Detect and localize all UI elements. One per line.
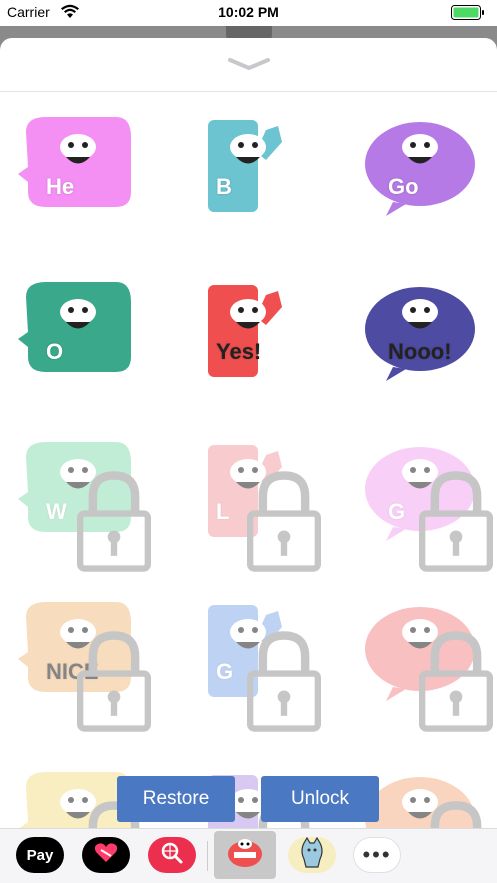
sticker-grid: HeBGoOYes!Nooo!WLGNICEGY xyxy=(0,92,497,883)
sticker-art xyxy=(208,120,282,212)
battery-icon xyxy=(451,5,485,20)
sticker-item[interactable]: L xyxy=(186,437,322,572)
apple-pay-app[interactable]: Pay xyxy=(16,837,64,873)
sheet-header xyxy=(0,38,497,92)
cat-sticker-app[interactable] xyxy=(288,836,336,874)
sticker-art xyxy=(208,285,282,377)
lock-icon xyxy=(54,627,152,732)
sticker-label: Go xyxy=(388,174,419,199)
sticker-item[interactable] xyxy=(358,597,494,732)
lock-icon xyxy=(224,627,322,732)
clock: 10:02 PM xyxy=(218,4,279,20)
sticker-item[interactable]: Go xyxy=(358,112,478,222)
sticker-label: B xyxy=(216,174,232,199)
sticker-art xyxy=(365,122,475,216)
sticker-label: Yes! xyxy=(216,339,262,364)
sticker-item[interactable]: Nooo! xyxy=(358,277,478,387)
sticker-sheet: HeBGoOYes!Nooo!WLGNICEGY Restore Unlock … xyxy=(0,38,497,883)
heart-icon xyxy=(93,842,119,869)
sticker-item[interactable]: B xyxy=(186,112,306,222)
tray-divider xyxy=(207,841,208,871)
restore-button[interactable]: Restore xyxy=(117,776,235,822)
unlock-button[interactable]: Unlock xyxy=(261,776,379,822)
heart-app[interactable] xyxy=(82,837,130,873)
sticker-label: He xyxy=(46,174,75,199)
more-apps-button[interactable]: ••• xyxy=(353,837,401,873)
lock-icon xyxy=(54,467,152,572)
lock-icon xyxy=(396,467,494,572)
chevron-down-icon[interactable] xyxy=(226,56,272,72)
lock-icon xyxy=(224,467,322,572)
thanks-sticker-icon xyxy=(226,836,264,875)
search-globe-icon xyxy=(159,840,185,871)
sticker-item[interactable]: He xyxy=(16,112,136,222)
sticker-art xyxy=(18,117,131,207)
sticker-art xyxy=(365,287,475,381)
app-tray: Pay ••• xyxy=(0,828,497,883)
sticker-item[interactable]: G xyxy=(186,597,322,732)
status-bar: Carrier 10:02 PM xyxy=(0,0,497,26)
cat-sticker-icon xyxy=(298,836,326,874)
sticker-label: O xyxy=(46,339,64,364)
sticker-label: Nooo! xyxy=(388,339,452,364)
sticker-item[interactable]: W xyxy=(16,437,152,572)
lock-icon xyxy=(396,627,494,732)
thanks-sticker-app[interactable] xyxy=(214,831,276,879)
sticker-item[interactable]: NICE xyxy=(16,597,152,732)
sticker-item[interactable]: G xyxy=(358,437,494,572)
sticker-item[interactable]: O xyxy=(16,277,136,387)
search-app[interactable] xyxy=(148,837,196,873)
sticker-item[interactable]: Yes! xyxy=(186,277,306,387)
pay-label: Pay xyxy=(26,846,54,864)
sticker-art xyxy=(18,282,131,372)
